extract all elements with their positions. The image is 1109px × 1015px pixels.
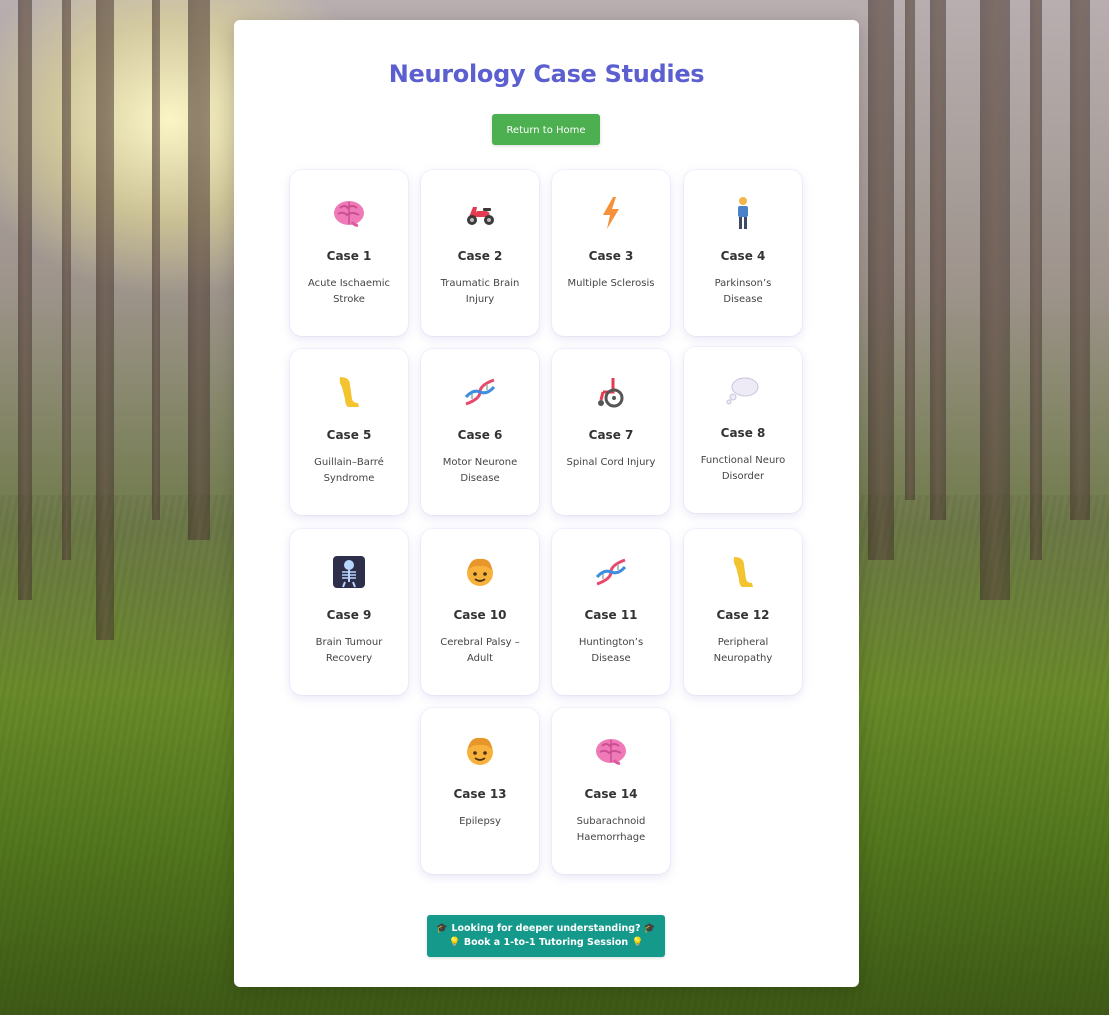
case-subtitle: Parkinson’s Disease bbox=[714, 278, 772, 305]
case-subtitle: Subarachnoid Haemorrhage bbox=[576, 816, 646, 843]
case-title: Case 5 bbox=[326, 428, 372, 442]
child-face-icon bbox=[421, 553, 539, 591]
case-card-3[interactable]: Case 3 Multiple Sclerosis bbox=[552, 170, 670, 336]
return-home-button[interactable]: Return to Home bbox=[492, 114, 600, 145]
dna-icon bbox=[552, 553, 670, 591]
wheelchair-icon bbox=[552, 373, 670, 411]
brain-icon bbox=[290, 194, 408, 232]
lightning-icon bbox=[552, 194, 670, 232]
case-subtitle: Epilepsy bbox=[459, 816, 501, 827]
case-title: Case 11 bbox=[584, 608, 638, 622]
case-title: Case 7 bbox=[588, 428, 634, 442]
case-subtitle: Cerebral Palsy – Adult bbox=[440, 637, 520, 664]
case-card-7[interactable]: Case 7 Spinal Cord Injury bbox=[552, 349, 670, 515]
case-card-9[interactable]: Case 9 Brain Tumour Recovery bbox=[290, 529, 408, 695]
child-face-icon bbox=[421, 732, 539, 770]
case-subtitle: Motor Neurone Disease bbox=[442, 457, 518, 484]
case-title: Case 13 bbox=[453, 787, 507, 801]
case-card-2[interactable]: Case 2 Traumatic Brain Injury bbox=[421, 170, 539, 336]
case-title: Case 1 bbox=[326, 249, 372, 263]
case-subtitle: Brain Tumour Recovery bbox=[315, 637, 383, 664]
case-title: Case 10 bbox=[453, 608, 507, 622]
case-card-14[interactable]: Case 14 Subarachnoid Haemorrhage bbox=[552, 708, 670, 874]
page-title: Neurology Case Studies bbox=[388, 60, 705, 88]
x-ray-icon bbox=[290, 553, 408, 591]
brain-icon bbox=[552, 732, 670, 770]
case-subtitle: Traumatic Brain Injury bbox=[440, 278, 520, 305]
case-title: Case 12 bbox=[716, 608, 770, 622]
case-card-13[interactable]: Case 13 Epilepsy bbox=[421, 708, 539, 874]
case-title: Case 3 bbox=[588, 249, 634, 263]
case-title: Case 8 bbox=[720, 426, 766, 440]
tutoring-line-1: 🎓 Looking for deeper understanding? 🎓 bbox=[436, 923, 656, 934]
case-grid: Case 1 Acute Ischaemic Stroke Case 2 Tra… bbox=[290, 170, 803, 875]
case-subtitle: Huntington’s Disease bbox=[578, 637, 644, 664]
motor-scooter-icon bbox=[421, 194, 539, 232]
case-subtitle: Spinal Cord Injury bbox=[566, 457, 656, 468]
case-subtitle: Multiple Sclerosis bbox=[567, 278, 655, 289]
case-subtitle: Peripheral Neuropathy bbox=[713, 637, 773, 664]
case-title: Case 14 bbox=[584, 787, 638, 801]
tutoring-line-2: 💡 Book a 1-to-1 Tutoring Session 💡 bbox=[448, 937, 644, 948]
book-tutoring-button[interactable]: 🎓 Looking for deeper understanding? 🎓 💡 … bbox=[427, 915, 665, 957]
case-card-4[interactable]: Case 4 Parkinson’s Disease bbox=[684, 170, 802, 336]
case-card-1[interactable]: Case 1 Acute Ischaemic Stroke bbox=[290, 170, 408, 336]
case-card-5[interactable]: Case 5 Guillain–Barré Syndrome bbox=[290, 349, 408, 515]
case-subtitle: Functional Neuro Disorder bbox=[700, 455, 786, 482]
thought-bubble-icon bbox=[684, 371, 802, 409]
case-title: Case 9 bbox=[326, 608, 372, 622]
leg-icon bbox=[684, 553, 802, 591]
dna-icon bbox=[421, 373, 539, 411]
case-subtitle: Guillain–Barré Syndrome bbox=[314, 457, 384, 484]
case-title: Case 4 bbox=[720, 249, 766, 263]
case-card-8[interactable]: Case 8 Functional Neuro Disorder bbox=[684, 347, 802, 513]
standing-person-icon bbox=[684, 194, 802, 232]
case-card-6[interactable]: Case 6 Motor Neurone Disease bbox=[421, 349, 539, 515]
case-card-12[interactable]: Case 12 Peripheral Neuropathy bbox=[684, 529, 802, 695]
case-card-10[interactable]: Case 10 Cerebral Palsy – Adult bbox=[421, 529, 539, 695]
leg-icon bbox=[290, 373, 408, 411]
case-studies-panel: Neurology Case Studies Return to Home Ca… bbox=[234, 20, 859, 987]
case-card-11[interactable]: Case 11 Huntington’s Disease bbox=[552, 529, 670, 695]
case-title: Case 2 bbox=[457, 249, 503, 263]
case-subtitle: Acute Ischaemic Stroke bbox=[307, 278, 391, 305]
case-title: Case 6 bbox=[457, 428, 503, 442]
